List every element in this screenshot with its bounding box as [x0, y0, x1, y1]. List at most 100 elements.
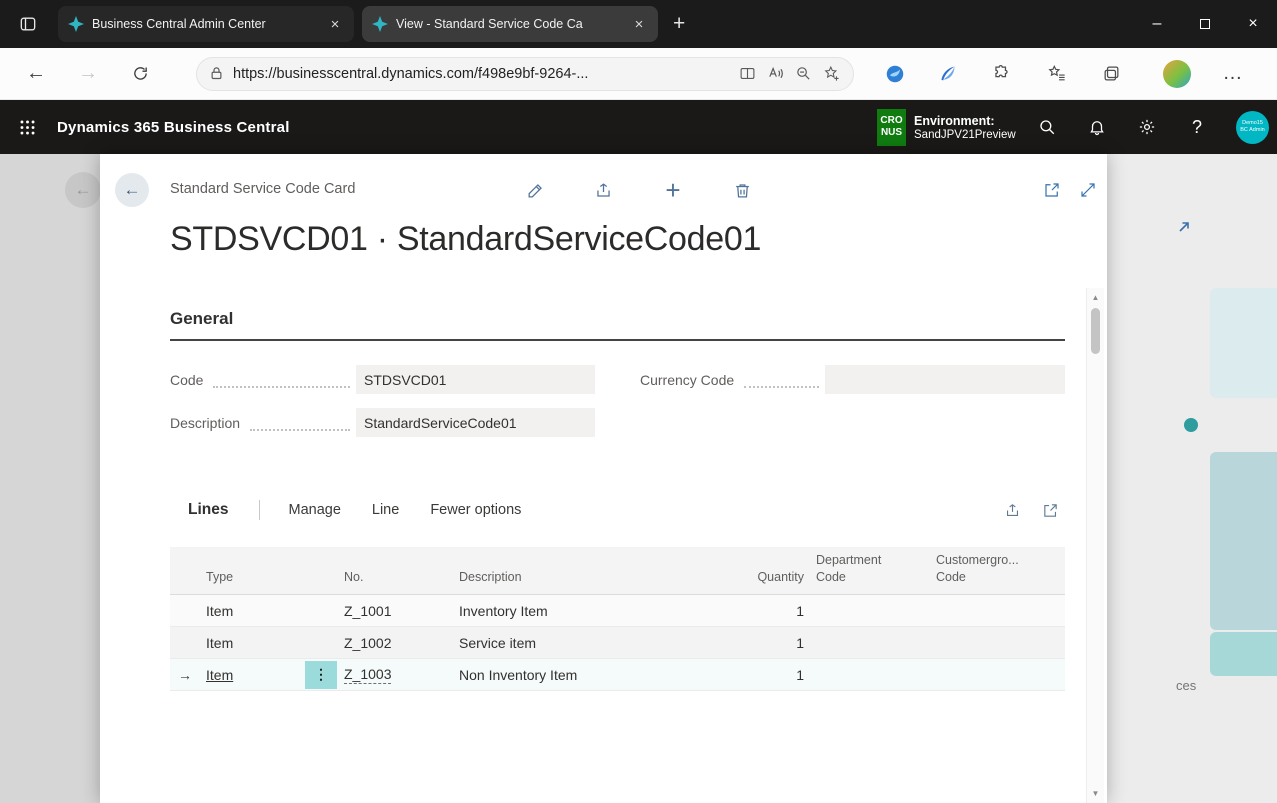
column-header-description[interactable]: Description: [455, 547, 720, 594]
lines-open-in-window-button[interactable]: [1035, 495, 1065, 525]
cell-description[interactable]: Non Inventory Item: [455, 659, 720, 690]
cell-customer-group-code[interactable]: [932, 595, 1065, 626]
scroll-down-icon[interactable]: ▼: [1087, 789, 1104, 798]
add-favorite-button[interactable]: [817, 60, 845, 88]
browser-menu-button[interactable]: …: [1218, 59, 1248, 89]
refresh-button[interactable]: [122, 56, 158, 92]
address-bar[interactable]: https://businesscentral.dynamics.com/f49…: [196, 57, 854, 91]
lock-icon[interactable]: [209, 66, 224, 81]
editor-extension-button[interactable]: [932, 59, 962, 89]
new-tab-button[interactable]: +: [673, 12, 685, 36]
currency-code-field-label-row: Currency Code: [640, 365, 825, 394]
cell-department-code[interactable]: [812, 627, 932, 658]
column-header-customer-group-code[interactable]: Customergro... Code: [932, 547, 1065, 594]
feather-icon: [937, 63, 958, 84]
cell-quantity[interactable]: 1: [720, 627, 812, 658]
collections-button[interactable]: [1096, 59, 1126, 89]
read-aloud-button[interactable]: [761, 60, 789, 88]
tab-close-icon[interactable]: ×: [630, 16, 648, 33]
background-chart-fragment: [1210, 452, 1277, 630]
business-central-favicon-icon: [372, 16, 388, 32]
cell-description[interactable]: Service item: [455, 627, 720, 658]
background-expand-icon: [1177, 220, 1191, 234]
cell-type-active[interactable]: Item: [200, 659, 305, 690]
table-row[interactable]: Item Z_1001 Inventory Item 1: [170, 595, 1065, 627]
cell-no[interactable]: Z_1002: [340, 627, 455, 658]
forward-button[interactable]: →: [70, 56, 106, 92]
open-in-new-window-button[interactable]: [1036, 174, 1068, 206]
background-back-button: ←: [65, 172, 101, 208]
favorites-button[interactable]: [1042, 59, 1072, 89]
split-screen-button[interactable]: [733, 60, 761, 88]
cell-department-code[interactable]: [812, 595, 932, 626]
column-header-quantity[interactable]: Quantity: [720, 547, 812, 594]
window-controls: – ×: [1133, 0, 1277, 48]
row-selected-indicator: →: [170, 659, 200, 690]
code-field[interactable]: STDSVCD01: [356, 365, 595, 394]
share-button[interactable]: [587, 174, 619, 206]
back-button[interactable]: ←: [18, 56, 54, 92]
cell-type[interactable]: Item: [200, 595, 305, 626]
cell-no[interactable]: Z_1001: [340, 595, 455, 626]
user-avatar[interactable]: Demo15 BC Admin: [1236, 111, 1269, 144]
general-section-heading[interactable]: General: [170, 309, 1065, 341]
cell-department-code[interactable]: [812, 659, 932, 690]
expand-button[interactable]: [1072, 174, 1104, 206]
settings-button[interactable]: [1122, 118, 1172, 136]
menu-item-line[interactable]: Line: [372, 502, 399, 518]
notifications-button[interactable]: [1072, 118, 1122, 136]
menu-item-manage[interactable]: Manage: [288, 502, 340, 518]
table-row[interactable]: Item Z_1002 Service item 1: [170, 627, 1065, 659]
row-context-menu-button[interactable]: ⋮: [305, 661, 337, 689]
window-maximize-button[interactable]: [1181, 0, 1229, 48]
cell-quantity[interactable]: 1: [720, 595, 812, 626]
vertical-scrollbar[interactable]: ▲ ▼: [1086, 288, 1104, 803]
app-launcher-button[interactable]: [18, 118, 37, 137]
field-label: Description: [170, 415, 240, 431]
label-dots: [744, 371, 819, 388]
window-minimize-button[interactable]: –: [1133, 0, 1181, 48]
search-button[interactable]: [1022, 118, 1072, 136]
company-badge[interactable]: CRO NUS: [877, 109, 906, 146]
scrollbar-thumb[interactable]: [1091, 308, 1100, 354]
table-row-selected[interactable]: → Item ⋮ Z_1003 Non Inventory Item 1: [170, 659, 1065, 691]
divider: [259, 500, 260, 520]
lines-table-header: Type No. Description Quantity Department…: [170, 547, 1065, 595]
open-in-new-window-icon: [1043, 181, 1061, 199]
edit-button[interactable]: [519, 174, 551, 206]
scroll-up-icon[interactable]: ▲: [1087, 293, 1104, 302]
description-field[interactable]: StandardServiceCode01: [356, 408, 595, 437]
cell-quantity[interactable]: 1: [720, 659, 812, 690]
cell-no-editing[interactable]: Z_1003: [340, 659, 455, 690]
new-record-button[interactable]: +: [657, 174, 689, 206]
cell-description[interactable]: Inventory Item: [455, 595, 720, 626]
environment-name: SandJPV21Preview: [914, 129, 1022, 141]
help-button[interactable]: ?: [1172, 117, 1222, 138]
url-text[interactable]: https://businesscentral.dynamics.com/f49…: [233, 66, 733, 82]
column-header-department-code[interactable]: Department Code: [812, 547, 932, 594]
profile-button[interactable]: [1162, 59, 1192, 89]
background-dot-fragment: [1184, 418, 1198, 432]
column-header-no[interactable]: No.: [340, 547, 455, 594]
menu-item-fewer-options[interactable]: Fewer options: [430, 502, 521, 518]
column-header-type[interactable]: Type: [200, 547, 305, 594]
tab-actions-menu-button[interactable]: [15, 11, 41, 37]
bell-icon: [1088, 118, 1106, 136]
extensions-button[interactable]: [986, 59, 1016, 89]
browser-tab-admin-center[interactable]: Business Central Admin Center ×: [58, 6, 354, 42]
card-back-button[interactable]: ←: [115, 173, 149, 207]
delete-button[interactable]: [726, 174, 758, 206]
cell-customer-group-code[interactable]: [932, 659, 1065, 690]
cell-type[interactable]: Item: [200, 627, 305, 658]
browser-tab-strip: Business Central Admin Center × View - S…: [0, 0, 1277, 48]
page-title: STDSVCD01 · StandardServiceCode01: [170, 220, 761, 259]
lines-share-button[interactable]: [997, 495, 1027, 525]
zoom-button[interactable]: [789, 60, 817, 88]
browser-essentials-button[interactable]: [880, 59, 910, 89]
cell-customer-group-code[interactable]: [932, 627, 1065, 658]
browser-tab-active[interactable]: View - Standard Service Code Ca ×: [362, 6, 658, 42]
tab-close-icon[interactable]: ×: [326, 16, 344, 33]
currency-code-field[interactable]: [825, 365, 1065, 394]
window-close-button[interactable]: ×: [1229, 0, 1277, 48]
app-title[interactable]: Dynamics 365 Business Central: [57, 119, 290, 136]
